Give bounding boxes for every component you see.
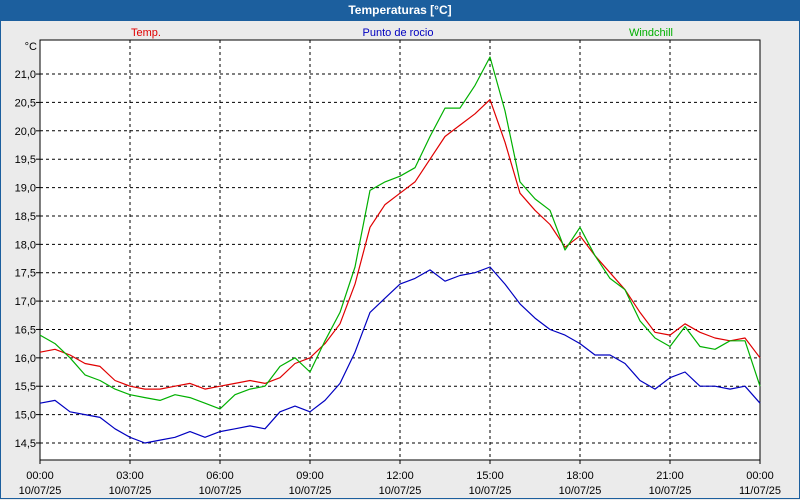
x-tick-time-label: 09:00 — [296, 470, 324, 482]
legend-item-temp: Temp. — [131, 27, 161, 39]
y-tick-label: 20,5 — [15, 97, 36, 109]
y-tick-label: 17,0 — [15, 296, 36, 308]
y-tick-label: 21,0 — [15, 69, 36, 81]
y-tick-label: 18,0 — [15, 239, 36, 251]
y-tick-label: 19,5 — [15, 154, 36, 166]
x-tick-date-label: 10/07/25 — [649, 485, 692, 497]
y-tick-label: 17,5 — [15, 268, 36, 280]
y-axis-unit-label: °C — [25, 41, 37, 53]
x-axis-ticks: 00:00 10/07/25 03:00 10/07/25 06:00 10/07/25 0… — [19, 460, 781, 497]
x-tick-date-label: 11/07/25 — [739, 485, 781, 497]
y-tick-label: 15,0 — [15, 410, 36, 422]
y-axis-ticks: 14,5 15,0 15,5 16,0 16,5 17,0 17,5 18,0 18,5 19,0… — [15, 69, 40, 450]
legend: Temp. Punto de rocio Windchill — [131, 27, 673, 39]
x-tick-date-label: 10/07/25 — [559, 485, 602, 497]
y-tick-label: 19,0 — [15, 183, 36, 195]
x-tick-time-label: 03:00 — [116, 470, 144, 482]
x-tick-date-label: 10/07/25 — [199, 485, 242, 497]
x-tick-date-label: 10/07/25 — [469, 485, 512, 497]
y-tick-label: 18,5 — [15, 211, 36, 223]
x-tick-date-label: 10/07/25 — [19, 485, 62, 497]
x-tick-time-label: 12:00 — [386, 470, 414, 482]
legend-item-punto-de-rocio: Punto de rocio — [363, 27, 434, 39]
y-tick-label: 20,0 — [15, 126, 36, 138]
x-tick-date-label: 10/07/25 — [379, 485, 422, 497]
x-tick-time-label: 00:00 — [26, 470, 54, 482]
legend-item-windchill: Windchill — [629, 27, 673, 39]
y-tick-label: 14,5 — [15, 438, 36, 450]
y-tick-label: 15,5 — [15, 381, 36, 393]
x-tick-time-label: 21:00 — [656, 470, 684, 482]
x-tick-time-label: 15:00 — [476, 470, 504, 482]
y-tick-label: 16,0 — [15, 353, 36, 365]
x-tick-time-label: 06:00 — [206, 470, 234, 482]
x-tick-date-label: 10/07/25 — [109, 485, 152, 497]
x-tick-time-label: 18:00 — [566, 470, 594, 482]
x-tick-time-label: 00:00 — [746, 470, 774, 482]
temperature-chart: 14,5 15,0 15,5 16,0 16,5 17,0 17,5 18,0 18,5 19,0… — [15, 27, 781, 497]
y-tick-label: 16,5 — [15, 324, 36, 336]
x-tick-date-label: 10/07/25 — [289, 485, 332, 497]
